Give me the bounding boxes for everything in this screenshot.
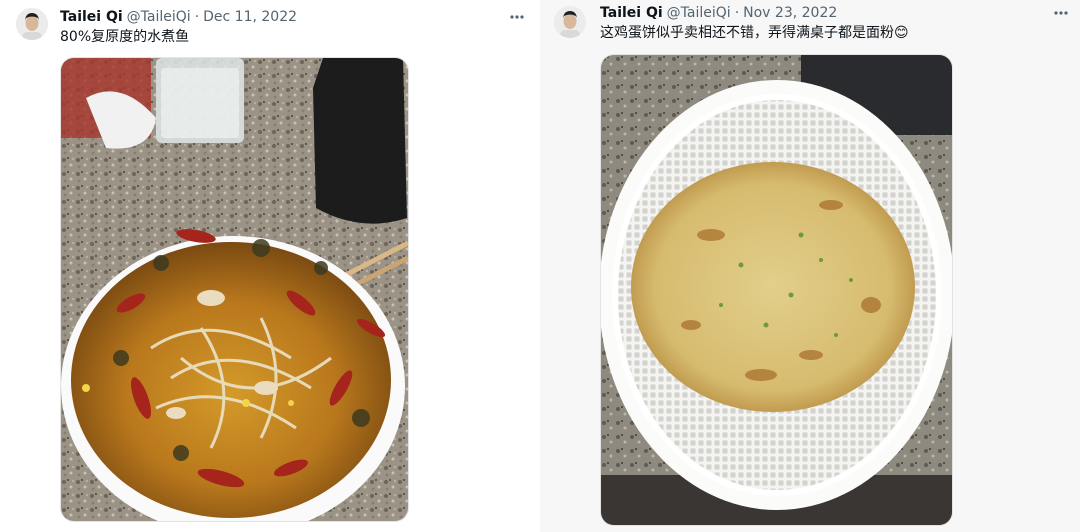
handle[interactable]: @TaileiQi [667, 3, 731, 23]
avatar[interactable] [16, 8, 48, 40]
tweet-text: 这鸡蛋饼似乎卖相还不错，弄得满桌子都是面粉😊 [600, 25, 909, 41]
tweet-comparison-screenshot: Tailei Qi @TaileiQi · Dec 11, 2022 80%复原… [0, 0, 1080, 532]
more-options-button[interactable] [1050, 4, 1072, 22]
tweet-2[interactable]: Tailei Qi @TaileiQi · Nov 23, 2022 这鸡蛋饼似… [540, 0, 1080, 532]
egg-pancake-in-colander-photo [601, 55, 952, 525]
tweet-date[interactable]: Nov 23, 2022 [743, 3, 837, 23]
tweet-1[interactable]: Tailei Qi @TaileiQi · Dec 11, 2022 80%复原… [0, 0, 540, 532]
handle[interactable]: @TaileiQi [127, 7, 191, 27]
avatar-image [16, 8, 48, 40]
more-horizontal-icon [510, 15, 524, 19]
display-name[interactable]: Tailei Qi [600, 3, 663, 23]
tweet-header: Tailei Qi @TaileiQi · Dec 11, 2022 [60, 7, 297, 27]
separator: · [194, 9, 200, 25]
tweet-photo[interactable] [600, 54, 953, 526]
display-name[interactable]: Tailei Qi [60, 7, 123, 27]
more-options-button[interactable] [506, 8, 528, 26]
tweet-header: Tailei Qi @TaileiQi · Nov 23, 2022 [600, 3, 837, 23]
tweet-photo[interactable] [60, 57, 409, 522]
fish-in-chili-oil-photo [61, 58, 408, 521]
tweet-date[interactable]: Dec 11, 2022 [203, 7, 297, 27]
avatar[interactable] [554, 6, 586, 38]
separator: · [734, 5, 740, 21]
avatar-image [554, 6, 586, 38]
more-horizontal-icon [1054, 11, 1068, 15]
tweet-text: 80%复原度的水煮鱼 [60, 29, 190, 45]
